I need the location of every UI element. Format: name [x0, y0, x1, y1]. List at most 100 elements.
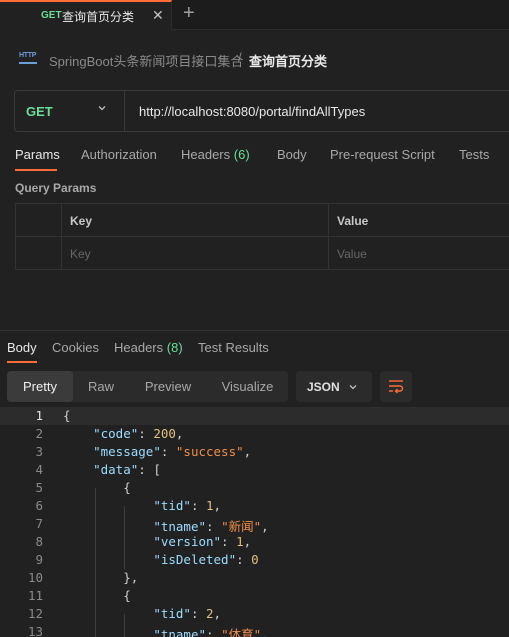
code-content: "tid": 1, [153, 498, 222, 513]
format-visualize-button[interactable]: Visualize [207, 371, 288, 402]
tab-authorization[interactable]: Authorization [81, 147, 157, 162]
active-tab-indicator [7, 361, 37, 363]
url-bar: GET http://localhost:8080/portal/findAll… [14, 90, 509, 132]
code-content: { [123, 480, 131, 495]
tab-label: Tests [459, 147, 490, 162]
breadcrumb: HTTP SpringBoot头条新闻项目接口集合 / 查询首页分类 [0, 38, 509, 78]
tab-label: Authorization [81, 147, 157, 162]
wrap-lines-button[interactable] [380, 371, 412, 402]
checkbox-column [16, 204, 62, 237]
line-number: 4 [35, 462, 43, 477]
line-number: 10 [27, 570, 43, 585]
tab-params[interactable]: Params [15, 147, 60, 162]
code-line: 3 "message": "success", [0, 443, 509, 461]
code-line: 6 "tid": 1, [0, 497, 509, 515]
value-placeholder: Value [337, 247, 367, 261]
table-header-row: Key Value [16, 204, 509, 237]
tab-response-body[interactable]: Body [7, 340, 37, 355]
active-tab-indicator [15, 169, 57, 171]
code-content: "tname": "体育", [153, 627, 269, 637]
line-number: 9 [35, 552, 43, 567]
format-raw-button[interactable]: Raw [73, 371, 129, 402]
new-tab-plus-icon[interactable]: + [183, 2, 195, 25]
breadcrumb-separator: / [238, 50, 242, 65]
tab-label: Headers [181, 147, 231, 162]
line-number: 3 [35, 444, 43, 459]
value-input[interactable]: Value [329, 237, 509, 270]
value-column-header: Value [329, 204, 509, 237]
tab-response-headers[interactable]: Headers (8) [114, 340, 183, 355]
code-content: }, [123, 570, 139, 585]
line-number: 12 [27, 606, 43, 621]
tab-label: Body [7, 340, 37, 355]
code-content: "data": [ [93, 462, 161, 477]
headers-count: (6) [233, 147, 250, 162]
chevron-down-icon [349, 385, 357, 390]
tab-label: Headers [114, 340, 164, 355]
key-placeholder: Key [70, 247, 91, 261]
breadcrumb-collection[interactable]: SpringBoot头条新闻项目接口集合 [49, 51, 243, 70]
line-number: 8 [35, 534, 43, 549]
request-tab-strip: GET 查询首页分类 ✕ + [0, 0, 509, 30]
code-line: 13 "tname": "体育", [0, 623, 509, 637]
code-line: 7 "tname": "新闻", [0, 515, 509, 534]
code-content: "isDeleted": 0 [153, 552, 259, 567]
line-number: 2 [35, 426, 43, 441]
tab-label: Params [15, 147, 60, 162]
response-tabs: Body Cookies Headers (8) Test Results [0, 338, 509, 363]
code-line: 1{ [0, 407, 509, 425]
tab-label: Test Results [198, 340, 269, 355]
wrap-lines-icon [389, 380, 404, 394]
tab-test-results[interactable]: Test Results [198, 340, 269, 355]
format-pretty-button[interactable]: Pretty [7, 371, 73, 402]
code-content: { [123, 588, 131, 603]
line-number: 5 [35, 480, 43, 495]
response-body-viewer[interactable]: 1{2 "code": 200, 3 "message": "success", 4… [0, 407, 509, 637]
tab-label: Pre-request Script [330, 147, 435, 162]
key-input[interactable]: Key [62, 237, 329, 270]
method-dropdown[interactable]: GET [15, 91, 125, 131]
request-tabs: Params Authorization Headers (6) Body Pr… [0, 145, 509, 171]
code-line: 8 "version": 1, [0, 533, 509, 551]
code-line: 4 "data": [ [0, 461, 509, 479]
format-preview-button[interactable]: Preview [129, 371, 207, 402]
table-row: Key Value [16, 237, 509, 270]
language-dropdown[interactable]: JSON [296, 371, 372, 402]
line-number: 7 [35, 516, 43, 531]
code-content: "message": "success", [93, 444, 252, 459]
tab-label: Cookies [52, 340, 99, 355]
close-icon[interactable]: ✕ [152, 7, 164, 24]
code-line: 2 "code": 200, [0, 425, 509, 443]
code-line: 10 }, [0, 569, 509, 587]
code-content: { [63, 408, 71, 423]
breadcrumb-request-name[interactable]: 查询首页分类 [249, 51, 327, 70]
pane-divider[interactable] [0, 330, 509, 331]
line-number: 13 [27, 624, 43, 637]
code-line: 5 { [0, 479, 509, 497]
tab-tests[interactable]: Tests [459, 147, 489, 162]
http-request-icon: HTTP [19, 52, 37, 66]
query-params-title: Query Params [15, 181, 97, 195]
chevron-down-icon [98, 106, 106, 111]
tab-method-badge: GET [41, 10, 62, 21]
tab-pre-request-script[interactable]: Pre-request Script [330, 147, 435, 162]
query-params-table: Key Value Key Value [15, 203, 509, 270]
line-number: 1 [35, 408, 43, 423]
code-content: "tid": 2, [153, 606, 222, 621]
response-headers-count: (8) [166, 340, 183, 355]
url-input[interactable]: http://localhost:8080/portal/findAllType… [139, 104, 365, 119]
code-content: "version": 1, [153, 534, 252, 549]
format-toggle-group: Pretty Raw Preview Visualize [7, 371, 288, 402]
code-line: 9 "isDeleted": 0 [0, 551, 509, 569]
tab-headers[interactable]: Headers (6) [181, 147, 250, 162]
tab-body[interactable]: Body [277, 147, 307, 162]
row-checkbox-cell [16, 237, 62, 270]
http-icon-label: HTTP [19, 52, 37, 59]
request-tab[interactable]: GET 查询首页分类 ✕ [0, 0, 172, 30]
code-content: "code": 200, [93, 426, 184, 441]
key-column-header: Key [62, 204, 329, 237]
code-line: 11 { [0, 587, 509, 605]
tab-label: Body [277, 147, 307, 162]
method-label: GET [26, 104, 53, 119]
tab-response-cookies[interactable]: Cookies [52, 340, 99, 355]
